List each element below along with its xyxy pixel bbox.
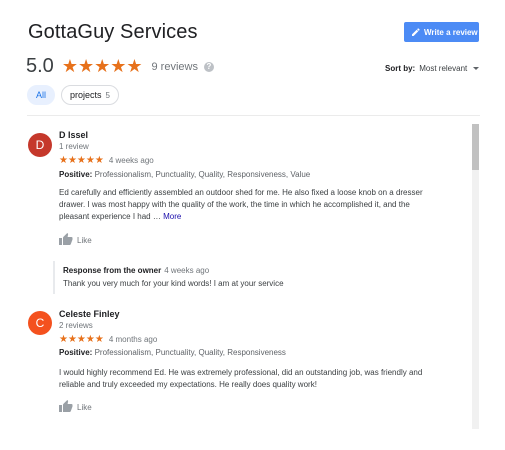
review-rating: ★★★★★ 4 months ago: [59, 334, 157, 345]
positive-list: Professionalism, Punctuality, Quality, R…: [94, 170, 311, 179]
review-text: Ed carefully and efficiently assembled a…: [59, 187, 479, 223]
divider: [27, 115, 480, 116]
review-line: drawer. I was most happy with the qualit…: [59, 200, 410, 209]
review-stars: ★★★★★: [59, 334, 104, 345]
thumbs-up-icon: [59, 233, 73, 247]
pencil-icon: [412, 28, 420, 36]
write-review-label: Write a review: [424, 27, 478, 37]
reviewer-review-count: 1 review: [59, 142, 89, 151]
review-stars: ★★★★★: [59, 155, 104, 166]
chip-label: projects: [70, 90, 102, 100]
avatar[interactable]: D: [28, 133, 52, 157]
filter-chips: All projects 5: [27, 85, 119, 105]
like-label: Like: [77, 235, 92, 245]
scrollbar-thumb[interactable]: [472, 124, 479, 170]
review-rating: ★★★★★ 4 weeks ago: [59, 155, 154, 166]
chip-all[interactable]: All: [27, 85, 56, 105]
review-line: pleasant experience I had … More: [59, 212, 182, 221]
owner-response-time: 4 weeks ago: [164, 266, 210, 275]
owner-response-heading: Response from the owner 4 weeks ago: [63, 266, 210, 275]
positive-attributes: Positive: Professionalism, Punctuality, …: [59, 348, 286, 357]
avatar[interactable]: C: [28, 311, 52, 335]
write-review-button[interactable]: Write a review: [404, 22, 479, 42]
reviewer-name[interactable]: D Issel: [59, 130, 88, 140]
review-line: I would highly recommend Ed. He was extr…: [59, 368, 423, 377]
chevron-down-icon: [473, 67, 480, 70]
owner-response: Response from the owner 4 weeks ago Thank…: [53, 261, 473, 294]
thumbs-up-icon: [59, 400, 73, 414]
positive-list: Professionalism, Punctuality, Quality, R…: [94, 348, 286, 357]
chip-label: All: [36, 90, 47, 100]
positive-attributes: Positive: Professionalism, Punctuality, …: [59, 170, 310, 179]
review-count[interactable]: 9 reviews: [152, 61, 198, 73]
sort-value: Most relevant: [419, 64, 468, 73]
page-title: GottaGuy Services: [28, 21, 198, 43]
reviewer-name[interactable]: Celeste Finley: [59, 309, 120, 319]
more-link[interactable]: More: [163, 212, 181, 221]
like-button[interactable]: Like: [59, 400, 92, 414]
owner-response-text: Thank you very much for your kind words!…: [63, 279, 284, 288]
help-icon[interactable]: ?: [203, 61, 214, 72]
rating-summary: 5.0 ★★★★★ 9 reviews ?: [26, 55, 214, 78]
positive-label: Positive:: [59, 170, 93, 179]
review-time: 4 months ago: [108, 335, 158, 344]
sort-dropdown[interactable]: Sort by: Most relevant: [385, 64, 480, 73]
chip-count: 5: [105, 90, 110, 100]
like-label: Like: [77, 402, 92, 412]
average-stars: ★★★★★: [61, 56, 143, 76]
positive-label: Positive:: [59, 348, 93, 357]
sort-label: Sort by:: [385, 64, 416, 73]
review-text: I would highly recommend Ed. He was extr…: [59, 367, 479, 391]
like-button[interactable]: Like: [59, 233, 92, 247]
review-line: reliable and truly exceeded my expectati…: [59, 380, 317, 389]
average-score: 5.0: [26, 55, 54, 77]
chip-projects[interactable]: projects 5: [61, 85, 119, 105]
review-time: 4 weeks ago: [108, 156, 154, 165]
reviewer-review-count: 2 reviews: [59, 321, 93, 330]
review-line: Ed carefully and efficiently assembled a…: [59, 188, 423, 197]
